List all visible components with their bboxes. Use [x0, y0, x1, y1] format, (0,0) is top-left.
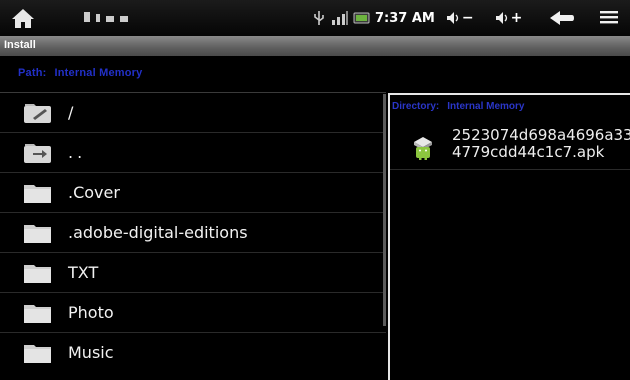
list-item-folder[interactable]: .Cover: [0, 172, 386, 212]
volume-down-icon: [446, 12, 459, 24]
file-name: ..: [68, 143, 87, 162]
clock: 7:37 AM: [375, 10, 435, 26]
directory-value: Internal Memory: [447, 101, 525, 112]
volume-down-button[interactable]: −: [445, 10, 474, 26]
file-name: .Cover: [68, 183, 120, 202]
usb-icon: [314, 11, 324, 25]
folder-icon: [24, 225, 51, 243]
list-item-parent[interactable]: ..: [0, 132, 386, 172]
battery-icon: [353, 12, 370, 24]
file-name: /: [68, 103, 74, 122]
list-item-root[interactable]: /: [0, 92, 386, 132]
volume-down-label: −: [461, 10, 474, 26]
title-bar: Install: [0, 36, 630, 56]
path-label: Path:: [18, 67, 47, 79]
menu-icon[interactable]: [598, 9, 620, 27]
volume-up-icon: [495, 12, 507, 24]
list-item-folder[interactable]: .adobe-digital-editions: [0, 212, 386, 252]
directory-label: Directory:: [392, 101, 440, 112]
file-name: TXT: [68, 263, 99, 282]
list-item-folder[interactable]: TXT: [0, 252, 386, 292]
path-value: Internal Memory: [54, 67, 143, 79]
notification-icons: [84, 12, 128, 22]
status-bar: 7:37 AM − +: [0, 0, 630, 36]
status-tray: 7:37 AM − +: [313, 0, 620, 36]
file-name: Music: [68, 343, 114, 362]
signal-icon: [332, 11, 348, 25]
apk-file-name: 2523074d698a4696a33 4779cdd44c1c7.apk: [452, 127, 630, 161]
file-name: .adobe-digital-editions: [68, 223, 248, 242]
list-item-folder[interactable]: Photo: [0, 292, 386, 332]
path-line: Path: Internal Memory: [18, 67, 142, 79]
page-title: Install: [4, 39, 36, 51]
directory-panel: Directory: Internal Memory 2523074d698a46…: [388, 93, 630, 380]
folder-icon: [24, 345, 51, 363]
list-item-apk[interactable]: 2523074d698a4696a33 4779cdd44c1c7.apk: [390, 121, 630, 170]
directory-line: Directory: Internal Memory: [392, 101, 525, 112]
apk-file-name-line1: 2523074d698a4696a33: [452, 126, 630, 144]
folder-icon: [24, 305, 51, 323]
list-item-folder[interactable]: Music: [0, 332, 386, 372]
volume-up-label: +: [510, 10, 523, 26]
file-list: / .. .Cover .adobe-digital-editions TXT …: [0, 92, 386, 372]
android-apk-icon: [414, 137, 432, 160]
apk-file-name-line2: 4779cdd44c1c7.apk: [452, 143, 605, 161]
home-icon[interactable]: [6, 5, 40, 31]
file-name: Photo: [68, 303, 114, 322]
folder-up-icon: [24, 144, 51, 163]
folder-root-icon: [24, 104, 51, 123]
volume-up-button[interactable]: +: [494, 10, 523, 26]
back-icon[interactable]: [548, 8, 576, 28]
folder-icon: [24, 265, 51, 283]
scrollbar[interactable]: [383, 94, 386, 326]
folder-icon: [24, 185, 51, 203]
